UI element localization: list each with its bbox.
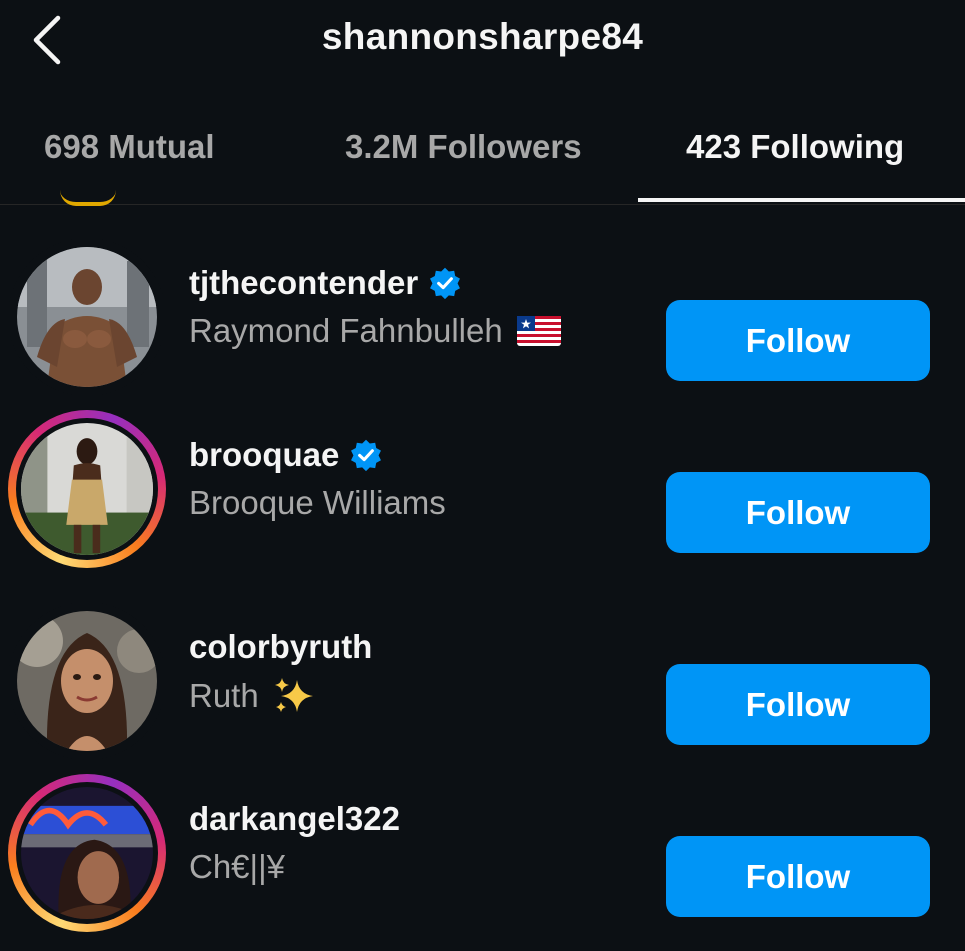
full-name-row: Ch€||¥ bbox=[189, 848, 400, 886]
tab-followers[interactable]: 3.2M Followers bbox=[345, 128, 582, 166]
full-name-row: Ruth bbox=[189, 676, 372, 716]
username-link[interactable]: darkangel322 bbox=[189, 800, 400, 838]
username: tjthecontender bbox=[189, 264, 419, 301]
username: darkangel322 bbox=[189, 800, 400, 837]
liberia-flag-icon bbox=[516, 316, 561, 346]
list-item: colorbyruth Ruth Follow bbox=[0, 602, 965, 784]
avatar-container bbox=[8, 602, 166, 760]
avatar[interactable] bbox=[21, 787, 153, 919]
follow-button[interactable]: Follow bbox=[666, 664, 930, 745]
username-link[interactable]: colorbyruth bbox=[189, 628, 372, 666]
story-ring bbox=[8, 774, 166, 932]
tab-mutual[interactable]: 698 Mutual bbox=[44, 128, 215, 166]
avatar[interactable] bbox=[17, 247, 157, 387]
avatar[interactable] bbox=[17, 611, 157, 751]
full-name: Raymond Fahnbulleh bbox=[189, 312, 503, 349]
full-name-row: Brooque Williams bbox=[189, 484, 446, 522]
story-ring bbox=[8, 410, 166, 568]
avatar[interactable] bbox=[21, 423, 153, 555]
verified-badge-icon bbox=[351, 439, 382, 472]
full-name: Brooque Williams bbox=[189, 484, 446, 521]
following-screen: shannonsharpe84 698 Mutual 3.2M Follower… bbox=[0, 0, 965, 951]
page-title: shannonsharpe84 bbox=[321, 16, 644, 57]
follow-button[interactable]: Follow bbox=[666, 472, 930, 553]
full-name-row: Raymond Fahnbulleh bbox=[189, 312, 561, 350]
username-link[interactable]: tjthecontender bbox=[189, 264, 561, 302]
tab-following[interactable]: 423 Following bbox=[686, 128, 904, 166]
list-item: darkangel322 Ch€||¥ Follow bbox=[0, 774, 965, 951]
tab-bar: 698 Mutual 3.2M Followers 423 Following bbox=[0, 110, 965, 206]
user-text: darkangel322 Ch€||¥ bbox=[189, 800, 400, 886]
sparkles-icon bbox=[274, 678, 313, 712]
full-name: Ruth bbox=[189, 677, 259, 714]
tabs-divider bbox=[0, 204, 965, 205]
list-item: tjthecontender Raymond Fahnbulleh Follow bbox=[0, 238, 965, 420]
header: shannonsharpe84 bbox=[0, 0, 965, 80]
username: brooquae bbox=[189, 436, 340, 473]
list-item: brooquae Brooque Williams Follow bbox=[0, 410, 965, 592]
user-text: brooquae Brooque Williams bbox=[189, 436, 446, 522]
story-ring-partial bbox=[60, 190, 116, 206]
follow-button[interactable]: Follow bbox=[666, 300, 930, 381]
avatar-container bbox=[8, 238, 166, 396]
user-text: tjthecontender Raymond Fahnbulleh bbox=[189, 264, 561, 350]
verified-badge-icon bbox=[430, 267, 461, 300]
full-name: Ch€||¥ bbox=[189, 848, 286, 885]
follow-button[interactable]: Follow bbox=[666, 836, 930, 917]
username: colorbyruth bbox=[189, 628, 373, 665]
user-text: colorbyruth Ruth bbox=[189, 628, 372, 716]
active-tab-indicator bbox=[638, 198, 965, 202]
username-link[interactable]: brooquae bbox=[189, 436, 446, 474]
